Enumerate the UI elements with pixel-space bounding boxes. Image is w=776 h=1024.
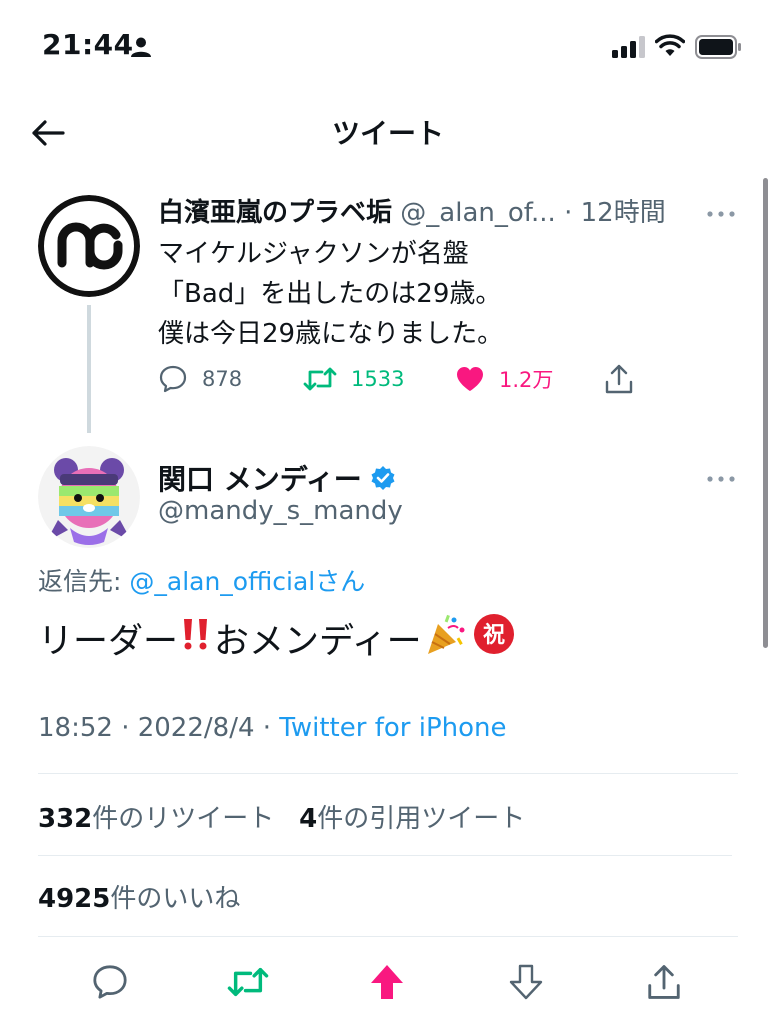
- avatar-parent[interactable]: [38, 195, 140, 297]
- parent-retweet-button[interactable]: 1533: [303, 360, 404, 398]
- tweet-source-link[interactable]: Twitter for iPhone: [279, 713, 506, 743]
- parent-display-name[interactable]: 白濱亜嵐のプラベ垢: [158, 198, 392, 228]
- parent-tweet-header: 白濱亜嵐のプラベ垢 @_alan_of... · 12時間: [158, 192, 698, 229]
- parent-like-count: 1.2万: [499, 368, 554, 392]
- like-label: 件のいいね: [110, 884, 241, 914]
- quotes-link[interactable]: 4件の引用ツイート: [299, 804, 525, 834]
- parent-reply-button[interactable]: 878: [158, 360, 242, 398]
- share-icon: [605, 364, 633, 394]
- parent-retweet-count: 1533: [351, 367, 405, 391]
- congratulations-icon: 祝: [472, 612, 516, 665]
- parent-tweet-actions: 878 1533 1.2万: [158, 360, 658, 398]
- status-bar: 21:44: [0, 0, 776, 92]
- reply-button[interactable]: [88, 960, 132, 1004]
- retweet-count: 332: [38, 804, 93, 834]
- share-icon: [648, 965, 680, 999]
- scrollbar[interactable]: [763, 178, 768, 648]
- reply-to-line: 返信先: @_alan_officialさん: [38, 562, 365, 598]
- parent-timestamp[interactable]: · 12時間: [564, 198, 666, 228]
- more-dots-icon: [707, 211, 735, 217]
- retweet-icon: [227, 967, 269, 997]
- parent-share-button[interactable]: [604, 360, 634, 398]
- parent-more-button[interactable]: [706, 204, 736, 223]
- likes-link[interactable]: 4925件のいいね: [38, 878, 240, 915]
- status-time: 21:44: [42, 28, 134, 61]
- avatar-main[interactable]: [38, 446, 140, 548]
- retweets-link[interactable]: 332件のリツイート: [38, 804, 274, 834]
- retweet-label: 件のリツイート: [92, 804, 275, 834]
- parent-tweet-body: マイケルジャクソンが名盤 「Bad」を出したのは29歳。 僕は今日29歳になりま…: [158, 234, 503, 354]
- parent-body-line: マイケルジャクソンが名盤: [158, 239, 469, 269]
- battery-icon: [695, 35, 743, 63]
- main-handle[interactable]: @mandy_s_mandy: [158, 496, 403, 526]
- main-author-row: 関口 メンディー: [158, 458, 396, 498]
- quote-count: 4: [299, 804, 318, 834]
- divider: [38, 773, 738, 774]
- party-popper-icon: [424, 612, 468, 665]
- main-more-button[interactable]: [706, 469, 736, 488]
- retweet-button[interactable]: [226, 960, 270, 1004]
- divider: [38, 936, 738, 937]
- arrow-down-icon: [509, 964, 543, 1000]
- tweet-action-bar: [0, 950, 776, 1010]
- parent-body-line: 「Bad」を出したのは29歳。: [158, 279, 502, 309]
- upvote-button[interactable]: [365, 960, 409, 1004]
- heart-filled-icon: [457, 367, 483, 391]
- downvote-button[interactable]: [504, 960, 548, 1004]
- reply-to-prefix: 返信先:: [38, 567, 130, 596]
- wifi-icon: [654, 34, 686, 62]
- parent-like-button[interactable]: 1.2万: [455, 360, 553, 398]
- more-dots-icon: [707, 476, 735, 482]
- svg-text:祝: 祝: [483, 623, 505, 648]
- page-title: ツイート: [331, 117, 444, 150]
- arrow-up-filled-icon: [371, 965, 403, 999]
- reply-icon: [159, 365, 187, 393]
- verified-badge-icon: [371, 466, 395, 490]
- reply-icon: [93, 965, 127, 999]
- thread-connector-line: [87, 305, 91, 433]
- parent-handle[interactable]: @_alan_of...: [400, 198, 556, 228]
- main-tweet-text: リーダー おメンディー 祝: [38, 612, 518, 665]
- retweet-icon: [303, 367, 337, 391]
- retweet-stats-row: 332件のリツイート 4件の引用ツイート: [38, 798, 525, 835]
- main-display-name[interactable]: 関口 メンディー: [158, 458, 362, 498]
- tweet-timestamp: 18:52 · 2022/8/4 ·: [38, 713, 280, 743]
- parent-body-line: 僕は今日29歳になりました。: [158, 319, 504, 349]
- quote-label: 件の引用ツイート: [317, 804, 526, 834]
- share-button[interactable]: [642, 960, 686, 1004]
- person-icon: [130, 36, 152, 62]
- tweet-meta: 18:52 · 2022/8/4 · Twitter for iPhone: [38, 713, 506, 743]
- reply-to-mention[interactable]: @_alan_official: [129, 567, 315, 596]
- parent-reply-count: 878: [202, 367, 243, 391]
- tweet-text-part1: リーダー: [38, 622, 179, 662]
- tweet-text-part2: おメンディー: [214, 622, 422, 662]
- double-exclamation-icon: [180, 616, 212, 661]
- reply-to-suffix: さん: [315, 567, 366, 596]
- like-count: 4925: [38, 884, 111, 914]
- signal-icon: [612, 36, 648, 62]
- divider: [38, 855, 732, 856]
